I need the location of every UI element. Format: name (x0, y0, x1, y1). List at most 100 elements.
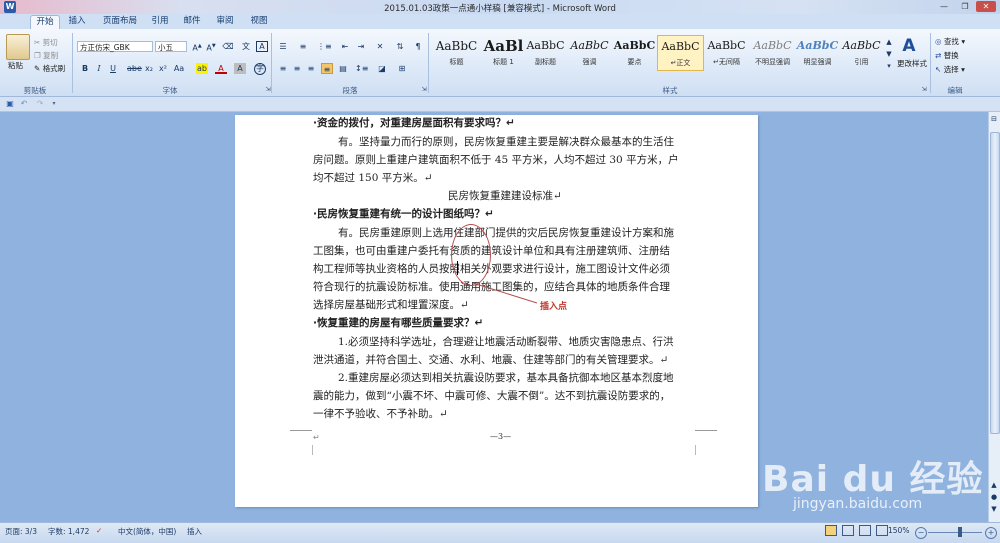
char-border-icon[interactable]: A (256, 41, 268, 52)
tab-view[interactable]: 视图 (246, 15, 272, 28)
style-title[interactable]: AaBbC 标题 (433, 35, 480, 71)
char-shading-icon[interactable]: A (234, 63, 246, 74)
bullets-icon[interactable]: ☰ (277, 41, 289, 52)
styles-more-icon[interactable]: ▾ (883, 61, 895, 72)
italic-icon[interactable]: I (93, 63, 105, 74)
ruler-toggle-icon[interactable]: ⊟ (988, 114, 1000, 125)
doc-text-line[interactable]: 有。民房重建原则上选用住建部门提供的灾后民房恢复重建设计方案和施 (338, 225, 722, 240)
zoom-in-icon[interactable]: + (985, 527, 997, 539)
tab-references[interactable]: 引用 (148, 15, 172, 28)
language-indicator[interactable]: 中文(简体，中国) (118, 526, 176, 537)
scroll-up-icon[interactable]: ▲ (988, 480, 1000, 491)
show-marks-icon[interactable]: ¶ (412, 41, 424, 52)
doc-section-title[interactable]: 民房恢复重建建设标准↵ (448, 188, 758, 203)
tab-page-layout[interactable]: 页面布局 (100, 15, 140, 28)
justify-icon[interactable]: ≡ (321, 63, 333, 74)
spelling-check-icon[interactable]: ✓ (96, 526, 102, 535)
browse-object-icon[interactable]: ● (988, 492, 1000, 503)
style-no-spacing[interactable]: AaBbC ↵无间隔 (703, 35, 750, 71)
format-painter-button[interactable]: ✎ 格式刷 (34, 63, 65, 74)
styles-dialog-launcher-icon[interactable]: ⇲ (918, 84, 930, 95)
doc-text-line[interactable]: 构工程师等执业资格的人员按照相关外观要求进行设计，施工图设计文件必须 (313, 261, 697, 276)
print-layout-icon[interactable] (825, 525, 837, 536)
scroll-thumb[interactable] (990, 132, 1000, 434)
doc-heading[interactable]: ·恢复重建的房屋有哪些质量要求？↵ (313, 315, 697, 330)
grow-font-icon[interactable]: A▲ (191, 41, 203, 53)
doc-text-line[interactable]: 1.必须坚持科学选址，合理避让地震活动断裂带、地质灾害隐患点、行洪 (338, 334, 722, 349)
minimize-icon[interactable]: — (934, 1, 954, 12)
outline-view-icon[interactable] (875, 525, 888, 536)
line-spacing-icon[interactable]: ↕≡ (355, 63, 368, 74)
zoom-slider[interactable] (928, 532, 982, 533)
scroll-down-icon[interactable]: ▼ (988, 504, 1000, 515)
numbering-icon[interactable]: ≡ (297, 41, 309, 52)
change-styles-button[interactable]: 更改样式 (895, 58, 929, 69)
doc-text-line[interactable]: 工图集，也可由重建户委托有资质的建筑设计单位和具有注册建筑师、注册结 (313, 243, 697, 258)
maximize-icon[interactable]: ❐ (955, 1, 975, 12)
align-center-icon[interactable]: ≡ (291, 63, 303, 74)
tab-insert[interactable]: 插入 (64, 15, 90, 28)
redo-icon[interactable]: ↷ (34, 98, 46, 109)
style-emphasis[interactable]: AaBbC 强调 (566, 35, 613, 71)
enclose-char-icon[interactable]: 字 (254, 63, 266, 75)
change-case-icon[interactable]: Aa (173, 63, 185, 74)
paste-icon[interactable] (6, 34, 30, 60)
borders-icon[interactable]: ⊞ (396, 63, 408, 74)
style-subtitle[interactable]: AaBbC 副标题 (522, 35, 569, 71)
style-quote[interactable]: AaBbC 引用 (838, 35, 885, 71)
document-page[interactable]: ·资金的拨付，对重建房屋面积有要求吗？↵ 有。坚持量力而行的原则，民房恢复重建主… (235, 115, 758, 507)
paste-button[interactable]: 粘贴 (8, 60, 23, 71)
doc-text-line[interactable]: 震的能力，做到“小震不坏、中震可修、大震不倒”。达不到抗震设防要求的， (313, 388, 697, 403)
doc-text-line[interactable]: 2.重建房屋必须达到相关抗震设防要求，基本具备抗御本地区基本烈度地 (338, 370, 722, 385)
style-normal[interactable]: AaBbC ↵正文 (657, 35, 704, 71)
chinese-layout-icon[interactable]: ✕ (374, 41, 386, 52)
style-strong[interactable]: AaBbC 要点 (611, 35, 658, 71)
tab-mailings[interactable]: 邮件 (180, 15, 204, 28)
page-count[interactable]: 页面: 3/3 (5, 526, 37, 537)
font-color-icon[interactable]: A (215, 63, 227, 74)
web-layout-icon[interactable] (858, 525, 871, 536)
highlight-icon[interactable]: ab (196, 63, 208, 74)
style-subtle-emphasis[interactable]: AaBbC 不明显强调 (749, 35, 796, 71)
word-count[interactable]: 字数: 1,472 (48, 526, 89, 537)
doc-text-line[interactable]: 泄洪通道，并符合国土、交通、水利、地震、住建等部门的有关管理要求。↵ (313, 352, 697, 367)
multilevel-list-icon[interactable]: ⋮≡ (317, 41, 332, 52)
zoom-out-icon[interactable]: − (915, 527, 927, 539)
bold-icon[interactable]: B (79, 63, 91, 74)
doc-heading[interactable]: ·民房恢复重建有统一的设计图纸吗？↵ (313, 206, 697, 221)
font-dialog-launcher-icon[interactable]: ⇲ (262, 84, 274, 95)
styles-scroll-up-icon[interactable]: ▲ (883, 37, 895, 48)
doc-text-line[interactable]: 有。坚持量力而行的原则，民房恢复重建主要是解决群众最基本的生活住 (338, 134, 722, 149)
cut-button[interactable]: ✂ 剪切 (34, 37, 58, 48)
tab-review[interactable]: 审阅 (212, 15, 238, 28)
subscript-icon[interactable]: x₂ (143, 63, 155, 74)
shrink-font-icon[interactable]: A▼ (205, 41, 217, 53)
undo-icon[interactable]: ↶ (18, 98, 30, 109)
insert-mode[interactable]: 插入 (187, 526, 202, 537)
align-right-icon[interactable]: ≡ (305, 63, 317, 74)
clear-format-icon[interactable]: ⌫ (222, 41, 234, 52)
close-icon[interactable]: ✕ (976, 1, 996, 12)
replace-button[interactable]: ⇄ 替换 (935, 50, 959, 61)
customize-qat-icon[interactable]: ▾ (48, 98, 60, 109)
doc-heading[interactable]: ·资金的拨付，对重建房屋面积有要求吗？↵ (313, 115, 697, 130)
save-icon[interactable]: ▣ (4, 98, 16, 109)
sort-icon[interactable]: ⇅ (394, 41, 406, 52)
styles-scroll-down-icon[interactable]: ▼ (883, 49, 895, 60)
doc-text-line[interactable]: 房问题。原则上重建户建筑面积不低于 45 平方米，人均不超过 30 平方米，户 (313, 152, 697, 167)
change-styles-icon[interactable]: A (899, 36, 919, 56)
strikethrough-icon[interactable]: abe (127, 63, 142, 74)
tab-home[interactable]: 开始 (30, 15, 60, 29)
underline-icon[interactable]: U (107, 63, 119, 74)
distributed-icon[interactable]: ▤ (337, 63, 349, 74)
font-size-combo[interactable]: 小五 (155, 41, 187, 52)
doc-text-line[interactable]: 均不超过 150 平方米。↵ (313, 170, 697, 185)
copy-button[interactable]: ❐ 复制 (34, 50, 58, 61)
select-button[interactable]: ↖ 选择 ▾ (935, 64, 965, 75)
full-screen-reading-icon[interactable] (841, 525, 854, 536)
decrease-indent-icon[interactable]: ⇤ (339, 41, 351, 52)
phonetic-guide-icon[interactable]: 文 (240, 41, 252, 52)
find-button[interactable]: ◎ 查找 ▾ (935, 36, 965, 47)
font-name-combo[interactable]: 方正仿宋_GBK (77, 41, 153, 52)
zoom-slider-thumb[interactable] (958, 527, 962, 537)
